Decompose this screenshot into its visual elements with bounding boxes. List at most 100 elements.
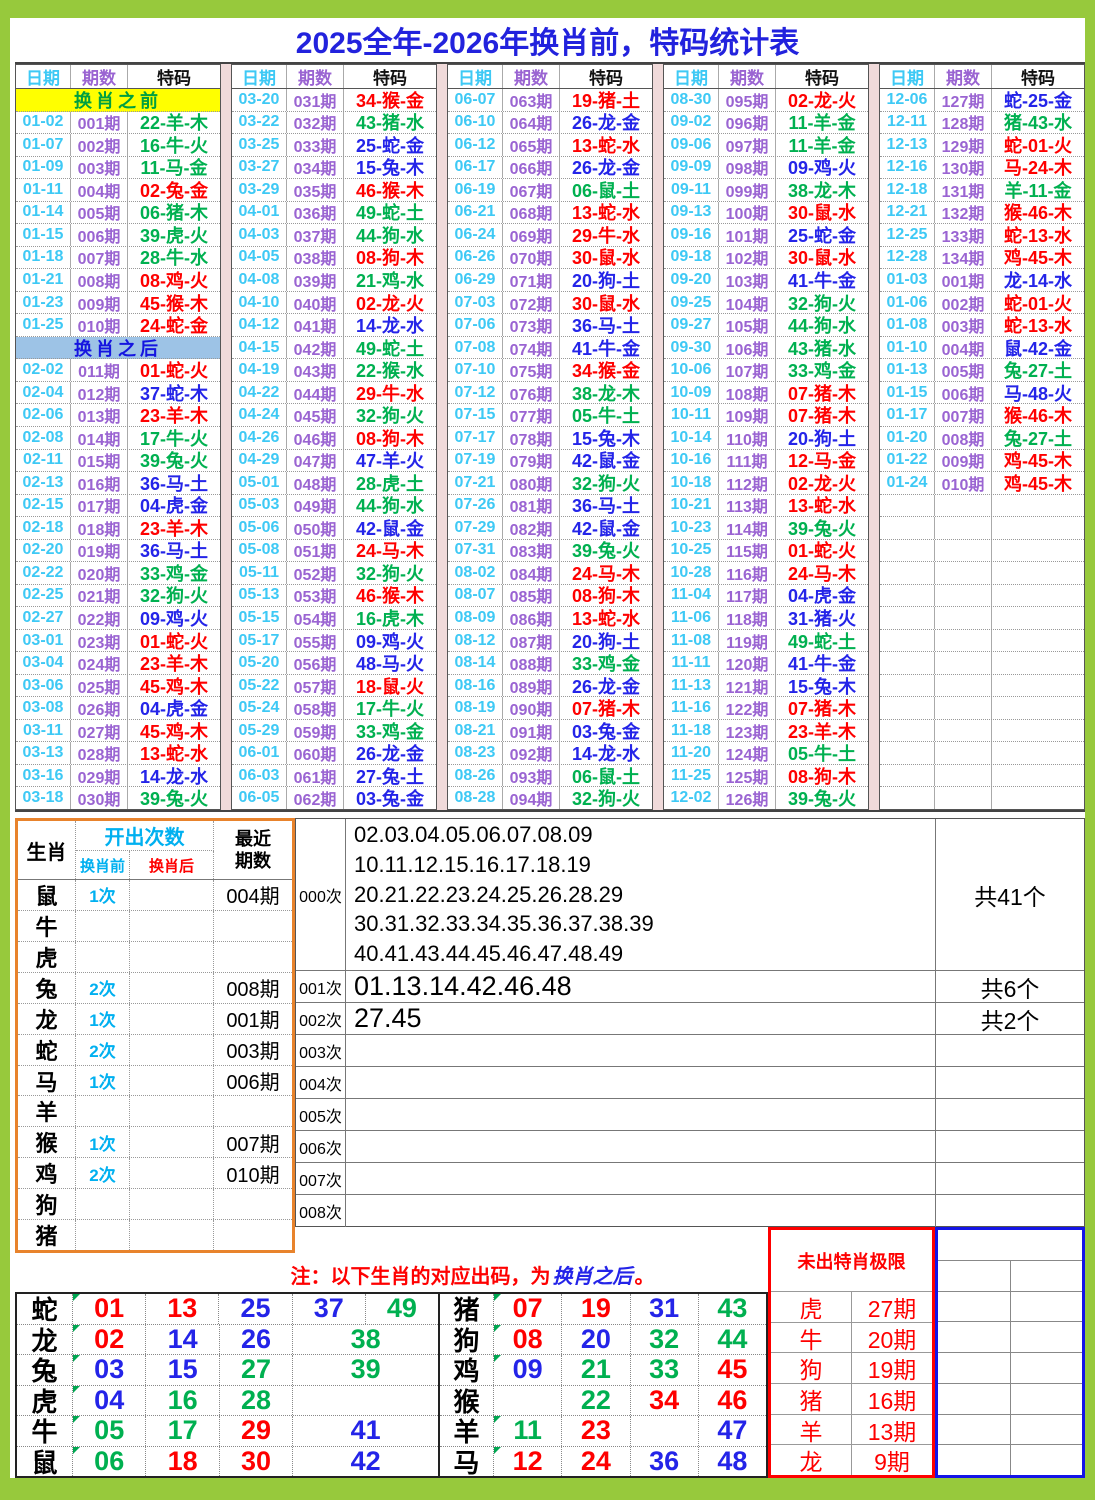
frequency-total (936, 1195, 1084, 1227)
draw-row: 08-07085期08-狗-木 (448, 585, 652, 608)
draw-date: 01-13 (880, 359, 935, 381)
draw-period: 040期 (287, 292, 344, 314)
draw-date: 07-10 (448, 359, 503, 381)
draw-code: 猪-43-水 (992, 112, 1084, 134)
zodiac-number: 17 (146, 1416, 219, 1446)
draw-code: 07-猪-木 (776, 382, 868, 404)
draw-period: 011期 (71, 359, 128, 381)
draw-row: 09-20103期41-牛-金 (664, 269, 868, 292)
draw-row: 02-08014期17-牛-火 (16, 427, 220, 450)
count-before-value: 1次 (76, 880, 130, 910)
draw-period: 124期 (719, 742, 776, 764)
draw-row: 04-22044期29-牛-水 (232, 382, 436, 405)
draw-period: 066期 (503, 157, 560, 179)
draw-row: 02-27022期09-鸡-火 (16, 607, 220, 630)
draw-code: 02-龙-火 (776, 472, 868, 494)
draw-period: 014期 (71, 427, 128, 449)
draw-row: 03-20031期34-猴-金 (232, 89, 436, 112)
draw-date: 06-07 (448, 89, 503, 111)
draw-period: 057期 (287, 675, 344, 697)
zodiac-stats-rows: 鼠1次004期牛虎兔2次008期龙1次001期蛇2次003期马1次006期羊猴1… (18, 880, 292, 1250)
zodiac-number: 01 (73, 1294, 146, 1324)
frequency-row: 004次 (296, 1067, 1084, 1099)
draw-code: 蛇-25-金 (992, 89, 1084, 111)
draw-code: 01-蛇-火 (128, 630, 220, 652)
draw-row: 01-13005期兔-27-土 (880, 359, 1084, 382)
draw-code: 48-马-火 (344, 652, 436, 674)
draw-code: 32-狗-火 (344, 404, 436, 426)
draw-date: 04-15 (232, 337, 287, 359)
limit-period: 19期 (852, 1353, 932, 1383)
draw-row: 05-06050期42-鼠-金 (232, 517, 436, 540)
draw-row: 07-10075期34-猴-金 (448, 359, 652, 382)
frequency-label: 002次 (296, 1003, 346, 1034)
draw-row: 12-02126期39-兔-火 (664, 787, 868, 809)
draw-row: 11-08119期49-蛇-土 (664, 630, 868, 653)
limit-row: 猪16期 (771, 1384, 932, 1415)
draw-row: 05-13053期46-猴-木 (232, 585, 436, 608)
draw-date: 03-13 (16, 742, 71, 764)
draw-period: 079期 (503, 450, 560, 472)
period-table-group: 日期期数特码06-07063期19-猪-土06-10064期26-龙-金06-1… (447, 64, 653, 810)
draw-row: 10-16111期12-马-金 (664, 450, 868, 473)
frequency-numbers (346, 1195, 936, 1227)
draw-row: 04-05038期08-狗-木 (232, 247, 436, 270)
draw-row: 01-03001期龙-14-水 (880, 269, 1084, 292)
frequency-numbers (346, 1163, 936, 1194)
draw-date: 11-06 (664, 607, 719, 629)
draw-date: 07-29 (448, 517, 503, 539)
draw-date (880, 765, 935, 787)
draw-date: 11-25 (664, 765, 719, 787)
draw-date: 12-25 (880, 224, 935, 246)
draw-date: 06-12 (448, 134, 503, 156)
zodiac-number: 26 (220, 1325, 293, 1355)
draw-date: 07-17 (448, 427, 503, 449)
draw-date: 06-24 (448, 224, 503, 246)
draw-date: 04-03 (232, 224, 287, 246)
draw-code: 28-牛-水 (128, 247, 220, 269)
empty-cell (1011, 1353, 1083, 1383)
draw-date: 11-16 (664, 697, 719, 719)
count-after-value (130, 1004, 214, 1034)
draw-date: 02-13 (16, 472, 71, 494)
draw-row: 03-29035期46-猴-木 (232, 179, 436, 202)
note-prefix: 注：以下生肖的对应出码，为 (291, 1260, 551, 1289)
draw-row: 10-25115期01-蛇-火 (664, 540, 868, 563)
draw-period: 078期 (503, 427, 560, 449)
draw-code: 38-龙-木 (776, 179, 868, 201)
draw-period (935, 630, 992, 652)
draw-row: 04-26046期08-狗-木 (232, 427, 436, 450)
draw-row (880, 630, 1084, 653)
draw-row (880, 562, 1084, 585)
draw-code: 39-兔-火 (776, 787, 868, 809)
draw-code: 36-马-土 (560, 314, 652, 336)
recent-header: 最近 期数 (214, 821, 292, 879)
draw-period: 084期 (503, 562, 560, 584)
number-line: 10.11.12.15.16.17.18.19 (354, 850, 935, 880)
draw-date: 07-26 (448, 495, 503, 517)
frequency-numbers: 27.45 (346, 1003, 936, 1034)
zodiac-number: 41 (293, 1416, 438, 1446)
draw-date: 05-15 (232, 607, 287, 629)
draw-row (880, 742, 1084, 765)
draw-date: 04-24 (232, 404, 287, 426)
draw-row: 01-10004期鼠-42-金 (880, 337, 1084, 360)
draw-row: 01-21008期08-鸡-火 (16, 269, 220, 292)
draw-period: 122期 (719, 697, 776, 719)
zodiac-label: 鼠 (18, 880, 76, 910)
zodiac-number: 19 (562, 1294, 630, 1324)
draw-date: 02-18 (16, 517, 71, 539)
draw-row: 04-12041期14-龙-水 (232, 314, 436, 337)
draw-row (880, 495, 1084, 518)
draw-period: 110期 (719, 427, 776, 449)
draw-code: 26-龙-金 (560, 112, 652, 134)
draw-code: 30-鼠-水 (560, 292, 652, 314)
draw-date: 03-06 (16, 675, 71, 697)
zodiac-number: 48 (699, 1447, 766, 1477)
mapping-row: 蛇0113253749 (17, 1294, 438, 1325)
draw-row: 06-05062期03-兔-金 (232, 787, 436, 809)
draw-period: 113期 (719, 495, 776, 517)
draw-row: 01-23009期45-猴-木 (16, 292, 220, 315)
draw-period: 080期 (503, 472, 560, 494)
draw-code: 36-马-土 (128, 472, 220, 494)
